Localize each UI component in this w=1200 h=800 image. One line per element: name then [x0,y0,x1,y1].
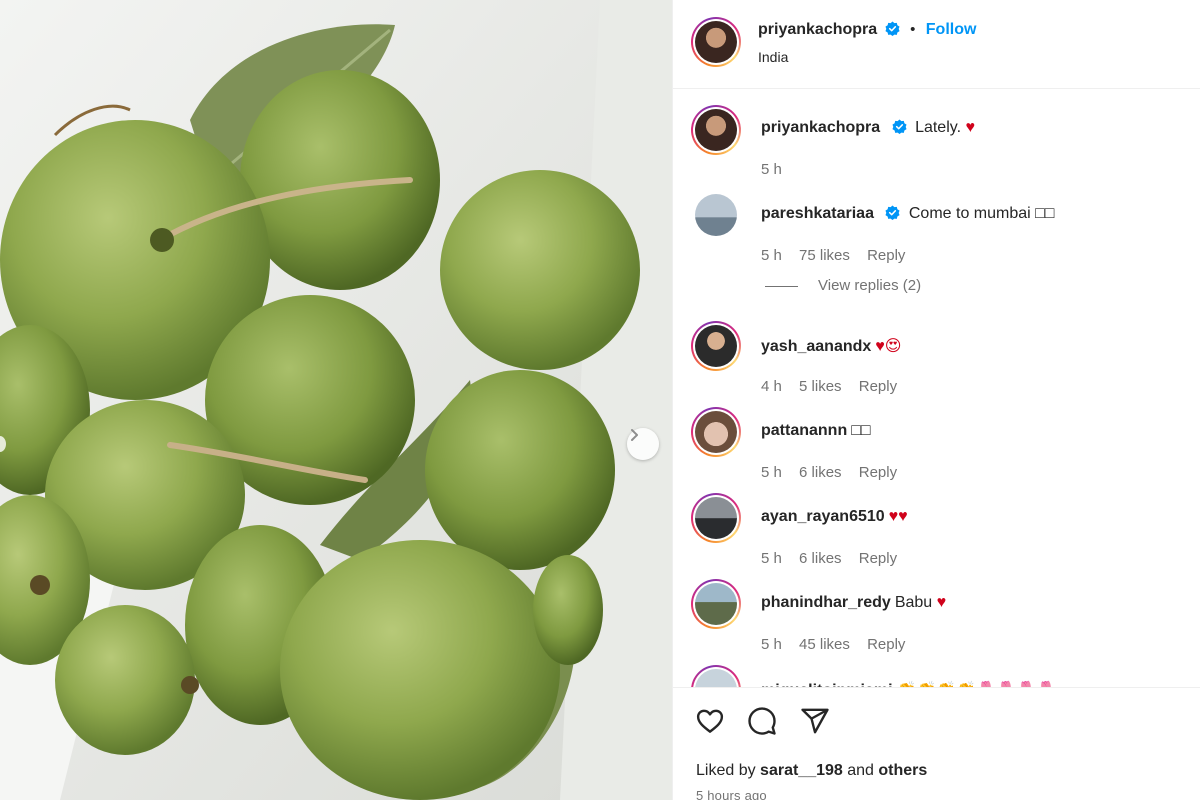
reply-button[interactable]: Reply [859,464,897,481]
liked-by-user[interactable]: sarat__198 [760,762,843,779]
view-replies-button[interactable]: View replies (2) [765,277,921,294]
comment-likes[interactable]: 6 likes [799,464,842,481]
avatar[interactable] [691,321,741,371]
comment-emoji: ♥ [965,119,975,136]
comment-time[interactable]: 4 h [761,378,782,395]
reply-button[interactable]: Reply [859,378,897,395]
comment-emoji: □□ [851,422,871,439]
post-side-panel: priyankachopra • Follow India priyankach… [672,0,1200,800]
avatar[interactable] [691,105,741,155]
share-send-icon [801,708,829,734]
follow-button[interactable]: Follow [926,21,977,38]
comment-likes[interactable]: 75 likes [799,247,850,264]
verified-badge-icon [892,119,907,134]
post-time-ago[interactable]: 5 hours ago [696,788,767,800]
liked-by-others[interactable]: others [878,762,927,779]
comment-text: Come to mumbai [908,205,1036,222]
comment-button[interactable] [747,706,779,738]
avatar[interactable] [691,407,741,457]
comment-emoji: ♥♥ [888,508,908,525]
post-header: priyankachopra • Follow India [673,0,1200,89]
share-button[interactable] [800,706,832,738]
chevron-right-icon [631,429,638,441]
reply-button[interactable]: Reply [859,550,897,567]
avatar[interactable] [691,579,741,629]
comment-time[interactable]: 5 h [761,550,782,567]
avatar[interactable] [691,493,741,543]
comment-username[interactable]: phanindhar_redy [761,594,891,611]
view-replies-label: View replies (2) [818,277,922,294]
header-separator: • [910,21,916,38]
avatar[interactable] [691,665,741,687]
liked-by-and: and [847,762,874,779]
next-photo-button[interactable] [627,428,659,460]
comment-username[interactable]: pareshkatariaa [761,205,874,222]
comment-text: Babu [894,594,937,611]
comment-username[interactable]: priyankachopra [761,119,880,136]
replies-divider-line [765,285,798,287]
like-button[interactable] [695,706,727,738]
verified-badge-icon [885,205,900,220]
comment-text: Lately. [915,119,966,136]
comment-emoji: ♥ [936,594,947,611]
avatar[interactable] [691,190,741,240]
comment-emoji: ♥😍 [875,338,902,355]
comment-likes[interactable]: 45 likes [799,636,850,653]
liked-by-prefix: Liked by [696,762,756,779]
comment-time[interactable]: 5 h [761,464,782,481]
author-avatar[interactable] [691,17,741,67]
comment-username[interactable]: pattanannn [761,422,847,439]
comment-emoji: □□ [1035,205,1055,222]
post-actions-footer: Liked by sarat__198 and others 5 hours a… [673,687,1200,800]
comment-username[interactable]: ayan_rayan6510 [761,508,885,525]
comment-username[interactable]: yash_aanandx [761,338,871,355]
liked-by-line: Liked by sarat__198 and others [696,762,927,780]
post-photo[interactable] [0,0,672,800]
comments-list[interactable]: priyankachopra Lately. ♥ 5 h pareshkatar… [673,89,1200,687]
heart-outline-icon [696,709,724,733]
comment-time[interactable]: 5 h [761,161,782,178]
reply-button[interactable]: Reply [867,247,905,264]
comment-likes[interactable]: 6 likes [799,550,842,567]
reply-button[interactable]: Reply [867,636,905,653]
author-username[interactable]: priyankachopra [758,21,877,38]
comment-bubble-icon [748,707,776,735]
comment-time[interactable]: 5 h [761,636,782,653]
guava-photo-illustration [0,0,672,800]
comment-likes[interactable]: 5 likes [799,378,842,395]
verified-badge-icon [885,21,900,36]
post-location[interactable]: India [758,49,788,65]
comment-time[interactable]: 5 h [761,247,782,264]
